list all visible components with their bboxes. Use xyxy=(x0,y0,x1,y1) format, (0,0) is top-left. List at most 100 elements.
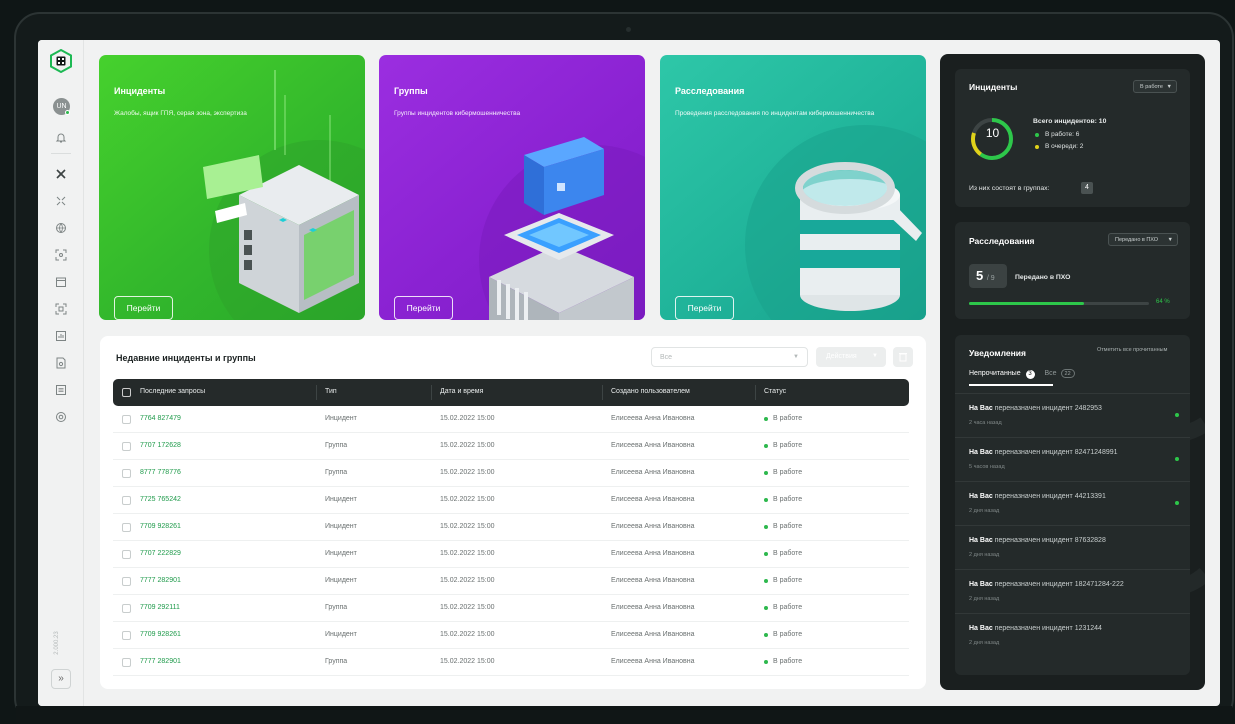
row-checkbox[interactable] xyxy=(122,523,131,532)
notification-message: переназначен инцидент 1231244 xyxy=(994,625,1102,632)
row-checkbox[interactable] xyxy=(122,442,131,451)
row-checkbox[interactable] xyxy=(122,577,131,586)
row-status: В работе xyxy=(773,631,803,638)
card-title: Группы xyxy=(394,86,428,96)
table-row[interactable]: 7777 282901 Инцидент 15.02.2022 15:00 Елисе… xyxy=(113,568,909,595)
status-dot xyxy=(764,552,768,556)
card-incidents[interactable]: Инциденты Жалобы, ящик ГПЯ, серая зона, … xyxy=(99,55,365,320)
document-search-icon[interactable] xyxy=(53,355,69,371)
status-dot xyxy=(764,525,768,529)
row-status: В работе xyxy=(773,442,803,449)
go-investigations-button[interactable]: Перейти xyxy=(675,296,734,320)
table-row[interactable]: 7707 222829 Инцидент 15.02.2022 15:00 Елисе… xyxy=(113,541,909,568)
dropdown-value: Передано в ПХО xyxy=(1115,237,1159,243)
filter-select[interactable]: Все ▼ xyxy=(651,347,808,367)
row-datetime: 15.02.2022 15:00 xyxy=(440,442,495,449)
frame-icon[interactable] xyxy=(53,301,69,317)
column-header[interactable]: Тип xyxy=(325,388,337,395)
row-checkbox[interactable] xyxy=(122,550,131,559)
notification-time: 2 часа назад xyxy=(969,420,1002,426)
request-link[interactable]: 7709 928261 xyxy=(140,523,181,530)
card-description: Группы инцидентов кибермошенничества xyxy=(394,110,521,117)
go-groups-button[interactable]: Перейти xyxy=(394,296,453,320)
globe-icon[interactable] xyxy=(53,220,69,236)
gear-icon[interactable] xyxy=(53,409,69,425)
notification-item[interactable]: На Вас переназначен инцидент 44213391 2 д… xyxy=(955,481,1190,521)
mark-all-read-link[interactable]: Отметить все прочитанным xyxy=(1097,347,1167,353)
calendar-icon[interactable] xyxy=(53,274,69,290)
table-row[interactable]: 7725 765242 Инцидент 15.02.2022 15:00 Елисе… xyxy=(113,487,909,514)
row-checkbox[interactable] xyxy=(122,658,131,667)
delete-button[interactable] xyxy=(893,347,913,367)
status-dropdown[interactable]: В работе ▼ xyxy=(1133,80,1177,93)
column-header[interactable]: Дата и время xyxy=(440,388,483,395)
column-header[interactable]: Статус xyxy=(764,388,786,395)
row-user: Елисеева Анна Ивановна xyxy=(611,658,695,665)
logo-icon[interactable] xyxy=(49,49,73,73)
row-status: В работе xyxy=(773,415,803,422)
column-header[interactable]: Создано пользователем xyxy=(611,388,690,395)
status-dropdown[interactable]: Передано в ПХО ▼ xyxy=(1108,233,1178,246)
table-row[interactable]: 7764 827479 Инцидент 15.02.2022 15:00 Елисе… xyxy=(113,406,909,433)
notification-time: 2 дня назад xyxy=(969,640,1000,646)
go-incidents-button[interactable]: Перейти xyxy=(114,296,173,320)
notification-prefix: На Вас xyxy=(969,405,993,412)
row-checkbox[interactable] xyxy=(122,496,131,505)
card-groups[interactable]: Группы Группы инцидентов кибермошенничес… xyxy=(379,55,645,320)
request-link[interactable]: 7777 282901 xyxy=(140,658,181,665)
status-dot xyxy=(764,444,768,448)
notification-text: На Вас переназначен инцидент 2482953 xyxy=(969,405,1102,412)
notification-time: 2 дня назад xyxy=(969,596,1000,602)
expand-sidebar-button[interactable]: » xyxy=(51,669,71,689)
trash-icon xyxy=(899,353,907,362)
chart-icon[interactable] xyxy=(53,328,69,344)
tab-unread[interactable]: Непрочитанные xyxy=(969,370,1021,377)
table-row[interactable]: 7777 282901 Группа 15.02.2022 15:00 Елисеев… xyxy=(113,649,909,676)
table-row[interactable]: 7709 928261 Инцидент 15.02.2022 15:00 Елисе… xyxy=(113,514,909,541)
notification-text: На Вас переназначен инцидент 44213391 xyxy=(969,493,1106,500)
row-checkbox[interactable] xyxy=(122,469,131,478)
row-datetime: 15.02.2022 15:00 xyxy=(440,415,495,422)
list-icon[interactable] xyxy=(53,382,69,398)
request-link[interactable]: 7709 292111 xyxy=(140,604,180,611)
row-status: В работе xyxy=(773,577,803,584)
row-checkbox[interactable] xyxy=(122,415,131,424)
request-link[interactable]: 7707 172628 xyxy=(140,442,181,449)
tab-all[interactable]: Все xyxy=(1045,370,1057,377)
row-checkbox[interactable] xyxy=(122,631,131,640)
incidents-nav-icon[interactable] xyxy=(53,166,69,182)
request-link[interactable]: 7709 928261 xyxy=(140,631,181,638)
table-row[interactable]: 7709 928261 Инцидент 15.02.2022 15:00 Елисе… xyxy=(113,622,909,649)
unread-dot xyxy=(1175,413,1179,417)
request-link[interactable]: 7707 222829 xyxy=(140,550,181,557)
card-description: Проведения расследования по инцидентам к… xyxy=(675,110,875,117)
request-link[interactable]: 7764 827479 xyxy=(140,415,181,422)
investigations-counter: 5 / 9 xyxy=(969,264,1007,288)
actions-button[interactable]: Действия ▼ xyxy=(816,347,886,367)
column-header[interactable]: Последние запросы xyxy=(140,388,205,395)
select-all-checkbox[interactable] xyxy=(122,388,131,397)
card-title: Инциденты xyxy=(114,86,166,96)
row-status: В работе xyxy=(773,550,803,557)
table-row[interactable]: 8777 778776 Группа 15.02.2022 15:00 Елисеев… xyxy=(113,460,909,487)
notification-item[interactable]: На Вас переназначен инцидент 182471284-2… xyxy=(955,569,1190,609)
request-link[interactable]: 7777 282901 xyxy=(140,577,181,584)
row-datetime: 15.02.2022 15:00 xyxy=(440,577,495,584)
notification-item[interactable]: На Вас переназначен инцидент 2482953 2 ча… xyxy=(955,393,1190,433)
table-row[interactable]: 7709 292111 Группа 15.02.2022 15:00 Елисеев… xyxy=(113,595,909,622)
bell-icon[interactable] xyxy=(53,130,69,146)
notification-item[interactable]: На Вас переназначен инцидент 87632828 2 д… xyxy=(955,525,1190,565)
notification-item[interactable]: На Вас переназначен инцидент 82471248991… xyxy=(955,437,1190,477)
request-link[interactable]: 7725 765242 xyxy=(140,496,181,503)
table-row[interactable]: 7707 172628 Группа 15.02.2022 15:00 Елисеев… xyxy=(113,433,909,460)
row-datetime: 15.02.2022 15:00 xyxy=(440,550,495,557)
groups-nav-icon[interactable] xyxy=(53,193,69,209)
scan-icon[interactable] xyxy=(53,247,69,263)
row-checkbox[interactable] xyxy=(122,604,131,613)
row-status: В работе xyxy=(773,523,803,530)
notifications-widget: Уведомления Отметить все прочитанным Неп… xyxy=(955,335,1190,675)
card-investigations[interactable]: Расследования Проведения расследования п… xyxy=(660,55,926,320)
notification-item[interactable]: На Вас переназначен инцидент 1231244 2 дн… xyxy=(955,613,1190,653)
total-incidents-label: Всего инцидентов: 10 xyxy=(1033,118,1107,125)
request-link[interactable]: 8777 778776 xyxy=(140,469,181,476)
